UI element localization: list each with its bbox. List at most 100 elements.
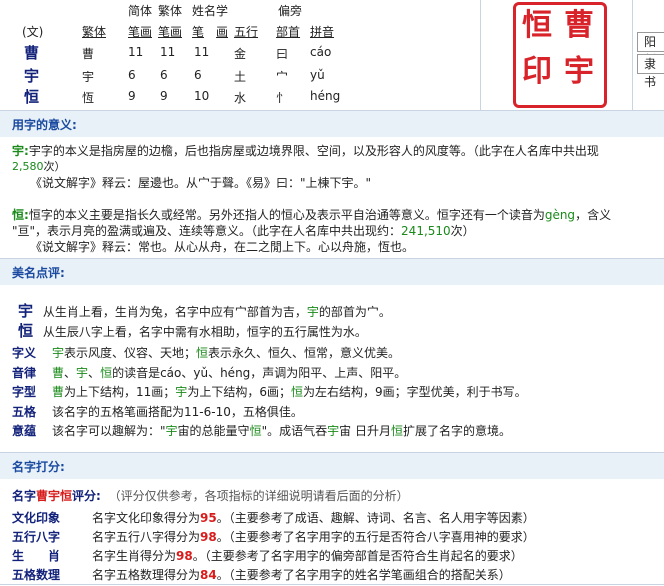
score-row-pre: 名字五格数理得分为: [92, 568, 201, 582]
col-fanti-char: 繁体: [82, 25, 107, 39]
heng-count: 241,510: [401, 224, 451, 238]
heng-meaning-line: 恒:恒字的本义主要是指长久或经常。另外还指人的恒心及表示平自治通等意义。恒字还有…: [12, 206, 611, 223]
score-row: 五格数理 名字五格数理得分为84。（主要参考了名字用字的姓名学笔画组合的搭配关系）: [12, 566, 511, 583]
review-row-label: 字型: [12, 385, 37, 399]
row-bushou: 宀: [276, 70, 289, 84]
col-pinyin: 拼音: [310, 25, 335, 39]
review-row-text: 宇: [165, 424, 178, 438]
yu-label: 宇:: [12, 144, 29, 158]
seal-char: 曹: [564, 8, 594, 43]
row-n3: 11: [194, 45, 210, 59]
review-row-text: 、: [88, 365, 101, 380]
review-row-text: 恒: [290, 385, 303, 399]
row-wuxing: 金: [234, 47, 247, 61]
heng-text2: ，含义: [575, 208, 612, 222]
character-info-table: 简体 繁体 姓名学 偏旁 (文) 繁体 笔画 笔画 笔 画 五行 部首 拼音 曹…: [0, 0, 664, 110]
review-zodiac-line: 宇 从生肖上看，生肖为兔，名字中应有宀部首为吉，宇的部首为宀。: [18, 300, 391, 321]
score-title: 名字打分:: [12, 460, 65, 474]
heng-label: 恒:: [12, 208, 29, 222]
col-jianti: 简体: [128, 4, 153, 18]
heng-count-suffix: 次）: [450, 224, 475, 238]
review-row: 字义 宇表示风度、仪容、天地；恒表示永久、恒久、恒常，意义优美。: [12, 344, 400, 361]
review-row: 意蕴 该名字可以趣解为："宇宙的总能量守恒"。成语气吞宇宙 日升月恒扩展了名字的意…: [12, 422, 511, 439]
col-wuxing: 五行: [234, 25, 259, 39]
name-seal-image: 曹 宇 恒 印: [513, 2, 607, 108]
row-bushou: 曰: [276, 47, 289, 61]
review-row-text: 的读音是cáo、yǔ、héng，声调为阳平、上声、阳平。: [112, 365, 407, 380]
col-hua: 画: [216, 25, 229, 39]
review-row-text: 宇: [175, 385, 188, 399]
review-row-label: 意蕴: [12, 424, 37, 438]
col-bushou: 部首: [276, 25, 301, 39]
review-highlight: 宇: [306, 305, 319, 319]
row-pinyin: cáo: [310, 45, 332, 59]
review-bazi-text: 从生辰八字上看，名字中需有水相助，恒字的五行属性为水。: [42, 325, 367, 339]
score-row-label: 五格数理: [12, 568, 61, 582]
heng-count-line: "亘"，表示月亮的盈满或遍及、连续等意义。（此字在人名库中共出现约：241,51…: [12, 222, 475, 239]
review-row-text: 恒: [249, 424, 262, 438]
review-row: 字型 曹为上下结构，11画；宇为上下结构，6画；恒为左右结构，9画；字型优美，利于…: [12, 383, 527, 400]
yu-count: 2,580: [12, 160, 44, 173]
row-n1: 6: [128, 68, 136, 82]
row-wuxing: 水: [234, 91, 247, 105]
review-char: 恒: [18, 322, 34, 340]
meaning-section-header: 用字的意义:: [0, 110, 664, 137]
score-value: 84: [200, 568, 217, 582]
score-row-post: 。（主要参考了成语、趣解、诗词、名言、名人用字等因素）: [216, 511, 535, 525]
review-row-text: 恒: [100, 365, 113, 380]
row-char: 恒: [24, 88, 40, 106]
review-row-text: 宙 日升月: [339, 424, 391, 438]
score-row-post: 。（主要参考了名字用字的姓名学笔画组合的搭配关系）: [216, 568, 511, 582]
review-row-text: 宇: [76, 365, 89, 380]
review-row-text: 曹: [52, 365, 65, 380]
score-name-prefix: 名字: [12, 489, 37, 503]
seal-style-yangke[interactable]: 阳刻: [637, 32, 664, 67]
score-note: （评分仅供参考，各项指标的详细说明请看后面的分析）: [108, 489, 409, 503]
review-section-header: 美名点评:: [0, 258, 664, 285]
row-n1: 9: [128, 89, 136, 103]
score-row-pre: 名字五行八字得分为: [92, 530, 201, 544]
review-row-text: 该名字可以趣解为：": [52, 424, 166, 438]
review-row-text: 表示风度、仪容、天地；: [64, 346, 197, 360]
seal-char: 恒: [522, 8, 552, 43]
row-char: 宇: [24, 67, 40, 85]
review-row-text: 宇: [52, 346, 65, 360]
review-row-text: 为左右结构，9画；字型优美，利于书写。: [302, 385, 527, 399]
score-row: 五行八字 名字五行八字得分为98。（主要参考了名字用字的五行是否符合八字喜用神的要…: [12, 528, 535, 545]
seal-style-lishu[interactable]: 隶书: [637, 54, 664, 89]
review-row: 五格 该名字的五格笔画搭配为11-6-10，五格俱佳。: [12, 403, 303, 420]
heng-geng: gèng: [544, 208, 576, 222]
review-char: 宇: [18, 302, 34, 320]
score-row: 生 肖 名字生肖得分为98。（主要参考了名字用字的偏旁部首是否符合生肖起名的要求）: [12, 547, 523, 564]
review-zodiac-text: 从生肖上看，生肖为兔，名字中应有宀部首为吉，: [42, 305, 307, 319]
review-title: 美名点评:: [12, 266, 65, 280]
score-row-post: 。（主要参考了名字用字的五行是否符合八字喜用神的要求）: [216, 530, 535, 544]
row-wuxing: 土: [234, 70, 247, 84]
row-fanti: 宇: [82, 70, 95, 84]
review-row-label: 字义: [12, 346, 37, 360]
row-n1: 11: [128, 45, 144, 59]
review-row-text: 宙的总能量守: [177, 424, 250, 438]
score-row-pre: 名字生肖得分为: [92, 549, 177, 563]
col-fanti: 繁体: [158, 4, 183, 18]
row-n3: 6: [194, 68, 202, 82]
row-n2: 9: [160, 89, 168, 103]
heng-text3: "亘"，表示月亮的盈满或遍及、连续等意义。（此字在人名库中共出现约：: [12, 224, 402, 238]
score-row-post: 。（主要参考了名字用字的偏旁部首是否符合生肖起名的要求）: [192, 549, 523, 563]
score-row: 文化印象 名字文化印象得分为95。（主要参考了成语、趣解、诗词、名言、名人用字等因…: [12, 509, 535, 526]
seal-char: 印: [522, 54, 552, 89]
score-section-header: 名字打分:: [0, 452, 664, 479]
col-bihua-1: 笔画: [128, 25, 153, 39]
row-fanti: 恆: [82, 91, 95, 105]
col-pianpang: 偏旁: [278, 4, 303, 18]
score-row-pre: 名字文化印象得分为: [92, 511, 201, 525]
row-n3: 10: [194, 89, 210, 103]
yu-text: 宇字的本义是指房屋的边檐，后也指房屋或边境界限、空间，以及形容人的风度等。（此字…: [28, 144, 599, 158]
review-row-text: 表示永久、恒久、恒常，意义优美。: [208, 346, 401, 360]
row-fanti: 曹: [82, 47, 95, 61]
col-bihua-2: 笔画: [158, 25, 183, 39]
review-row-text: 恒: [390, 424, 403, 438]
yu-count-line: 2,580次）: [12, 158, 66, 174]
score-value: 98: [200, 530, 217, 544]
row-pinyin: yǔ: [310, 68, 325, 82]
